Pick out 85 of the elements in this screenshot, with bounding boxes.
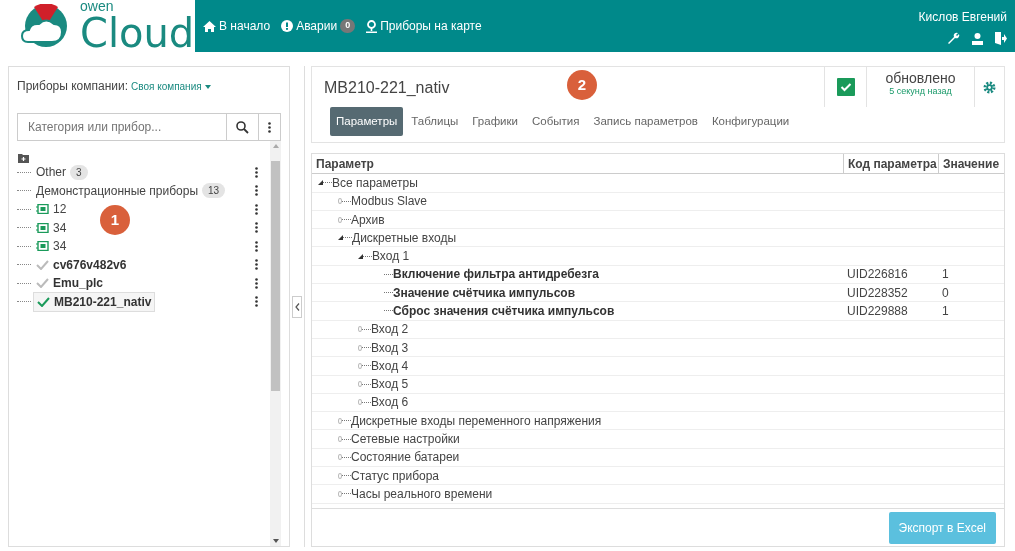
map-pin-icon — [366, 19, 378, 33]
alert-icon — [281, 20, 294, 32]
parameter-value: 1 — [942, 304, 949, 318]
parameter-name[interactable]: Состояние батареи — [351, 448, 460, 467]
search-button[interactable] — [227, 113, 259, 141]
tab[interactable]: Параметры — [330, 107, 404, 137]
kebab-icon[interactable] — [254, 296, 258, 308]
logo-owen-text: owen — [80, 0, 115, 13]
logo-cloud-text: Cloud — [80, 13, 195, 53]
scrollbar[interactable] — [270, 141, 281, 546]
parameter-code: UID228352 — [847, 285, 908, 300]
search-field[interactable]: Категория или прибор... — [17, 113, 227, 141]
parameter-name: Значение счётчика импульсов — [393, 284, 576, 302]
device-board-icon — [36, 222, 49, 233]
parameter-value: 0 — [942, 285, 949, 300]
device-board-icon — [36, 204, 49, 215]
parameter-name[interactable]: Вход 6 — [371, 393, 409, 412]
parameter-code: UID229888 — [847, 304, 908, 318]
alarm-count-badge: 0 — [340, 19, 356, 33]
update-time: 5 секунд назад — [888, 85, 953, 98]
tab[interactable]: Графики — [466, 107, 524, 137]
nav-link[interactable]: В начало — [203, 17, 271, 35]
settings-icon[interactable] — [983, 80, 996, 94]
more-button[interactable] — [259, 113, 281, 141]
kebab-icon — [268, 121, 271, 133]
device-tree-item[interactable]: Other 3 — [33, 163, 91, 182]
add-folder-icon[interactable] — [18, 152, 29, 163]
parameter-name[interactable]: Все параметры — [332, 173, 418, 192]
parameter-name[interactable]: Часы реального времени — [351, 484, 493, 503]
column-header: Код параметра — [843, 154, 938, 174]
tab[interactable]: События — [526, 107, 586, 137]
tab[interactable]: Таблицы — [405, 107, 465, 137]
chevron-left-icon — [294, 302, 300, 311]
device-title: MB210-221_nativ — [324, 78, 450, 98]
user-icon[interactable] — [972, 31, 983, 45]
device-tree-item[interactable]: 34 — [33, 218, 70, 237]
nav-link[interactable]: Аварии 0 — [281, 17, 356, 35]
kebab-icon[interactable] — [254, 240, 258, 252]
home-icon — [203, 20, 216, 32]
parameter-name: Включение фильтра антидребезга — [393, 266, 599, 284]
kebab-icon[interactable] — [254, 166, 258, 178]
parameter-name[interactable]: Modbus Slave — [351, 192, 428, 211]
logout-icon[interactable] — [995, 31, 1007, 45]
item-count-badge: 3 — [70, 164, 88, 180]
device-tree-item[interactable]: 34 — [33, 237, 70, 256]
parameter-name[interactable]: Вход 5 — [371, 375, 409, 394]
tab[interactable]: Конфигурации — [705, 107, 796, 137]
device-tree-item[interactable]: cv676v482v6 — [33, 255, 130, 274]
collapse-arrow-icon[interactable] — [358, 253, 363, 259]
company-dropdown[interactable]: Своя компания — [131, 78, 211, 94]
device-board-icon — [36, 241, 49, 252]
parameter-name[interactable]: Вход 1 — [372, 247, 410, 266]
collapse-sidebar-button[interactable] — [292, 295, 302, 318]
parameter-name[interactable]: Вход 4 — [371, 356, 409, 375]
column-header: Параметр — [315, 155, 375, 173]
kebab-icon[interactable] — [254, 259, 258, 271]
device-tree-item[interactable]: 12 — [33, 200, 70, 219]
tab[interactable]: Запись параметров — [587, 107, 704, 137]
parameter-code: UID226816 — [847, 267, 908, 282]
update-status: обновлено — [884, 71, 957, 85]
column-header: Значение — [938, 154, 1004, 174]
device-tree-item[interactable]: Демонстрационные приборы 13 — [33, 181, 229, 200]
collapse-arrow-icon[interactable] — [318, 180, 323, 186]
parameter-name[interactable]: Архив — [351, 210, 385, 229]
nav-link[interactable]: Приборы на карте — [366, 17, 482, 35]
wrench-icon[interactable] — [947, 31, 960, 45]
device-tree-item[interactable]: Emu_plc — [33, 274, 106, 293]
search-icon — [236, 120, 249, 134]
company-label: Приборы компании: — [17, 78, 129, 95]
kebab-icon[interactable] — [254, 203, 258, 215]
item-count-badge: 13 — [202, 183, 226, 199]
parameter-name[interactable]: Статус прибора — [351, 466, 440, 485]
parameter-name[interactable]: Дискретные входы — [352, 228, 457, 247]
user-name: Кислов Евгений — [918, 8, 1007, 26]
parameter-name[interactable]: Вход 2 — [371, 320, 409, 339]
parameter-name[interactable]: Дискретные входы переменного напряжения — [351, 411, 602, 430]
parameter-value: 1 — [942, 267, 949, 282]
parameter-name[interactable]: Вход 3 — [371, 338, 409, 357]
kebab-icon[interactable] — [254, 222, 258, 234]
parameter-name[interactable]: Сетевые настройки — [351, 430, 460, 449]
collapse-arrow-icon[interactable] — [338, 235, 343, 241]
kebab-icon[interactable] — [254, 185, 258, 197]
parameter-name: Сброс значения счётчика импульсов — [393, 303, 615, 320]
device-tree-item[interactable]: MB210-221_nativ — [33, 291, 156, 312]
kebab-icon[interactable] — [254, 277, 258, 289]
